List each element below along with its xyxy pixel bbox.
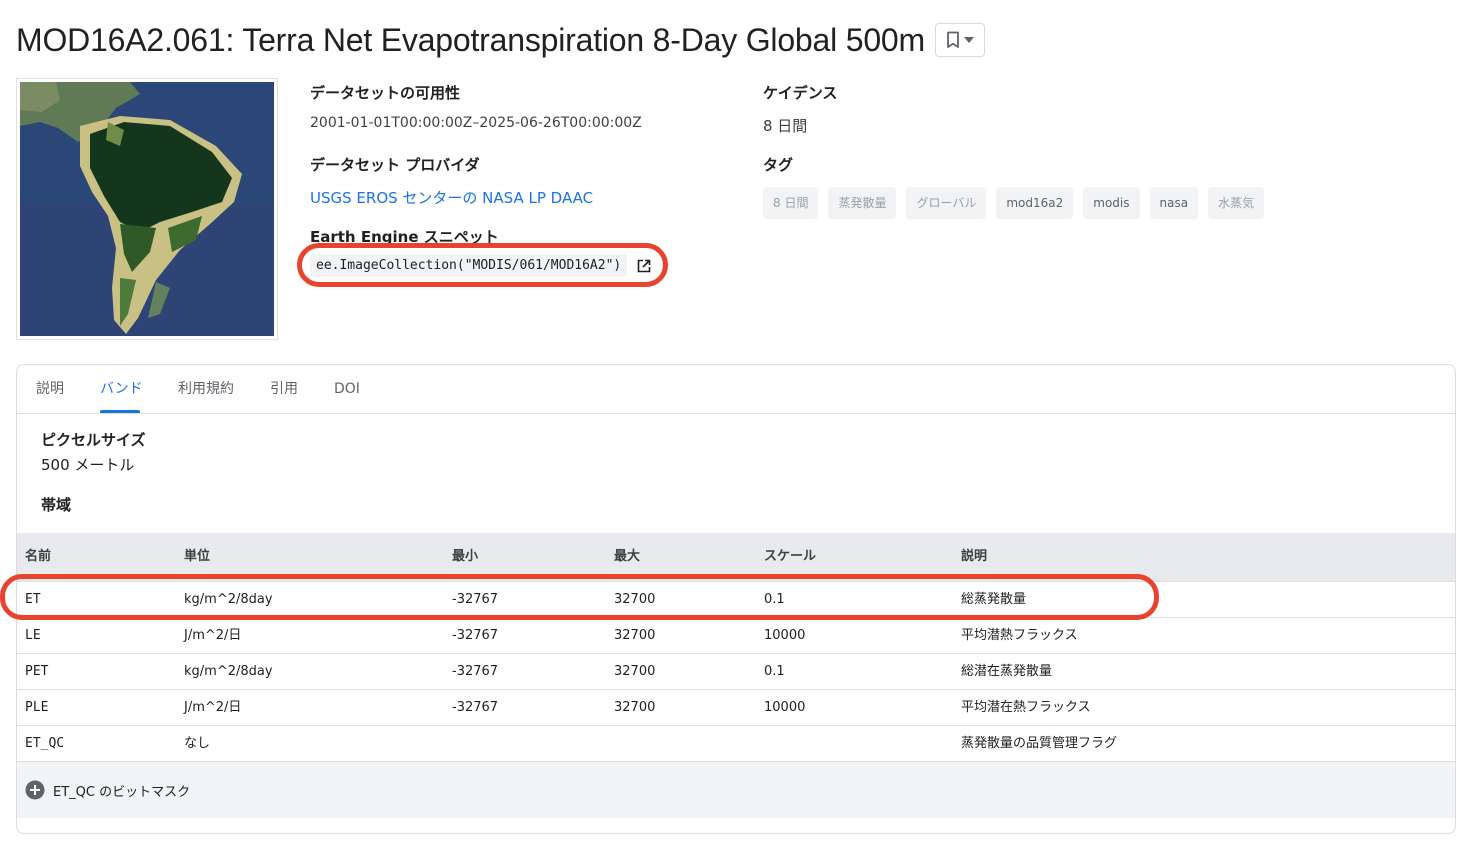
tag-chip[interactable]: 水蒸気 [1208, 187, 1265, 219]
dataset-thumbnail [16, 78, 278, 340]
tag-chip[interactable]: 8 日間 [763, 187, 819, 219]
bitmask-expander[interactable]: ET_QC のビットマスク [17, 761, 1455, 818]
tab-doi[interactable]: DOI [334, 365, 360, 413]
tag-chip[interactable]: modis [1083, 187, 1140, 219]
bookmark-icon [947, 31, 959, 48]
bands-label: 帯域 [41, 496, 72, 514]
column-header-name: 名前 [25, 549, 52, 564]
bands-table-header: 名前 単位 最小 最大 スケール 説明 [17, 533, 1455, 581]
column-header-units: 単位 [184, 549, 211, 564]
availability-value: 2001-01-01T00:00:00Z–2025-06-26T00:00:00… [310, 115, 642, 131]
band-max: 32700 [614, 664, 656, 679]
cadence-value: 8 日間 [763, 117, 808, 135]
column-header-max: 最大 [614, 549, 641, 564]
tags-block: タグ 8 日間 蒸発散量 グローバル mod16a2 modis nasa 水蒸… [763, 154, 1265, 219]
band-scale: 10000 [764, 700, 806, 715]
snippet-code[interactable]: ee.ImageCollection("MODIS/061/MOD16A2") [310, 254, 628, 277]
band-units: J/m^2/日 [184, 700, 242, 715]
band-description: 総蒸発散量 [961, 592, 1027, 607]
band-units: なし [184, 736, 211, 751]
tags-label: タグ [763, 156, 794, 174]
band-min: -32767 [452, 664, 499, 679]
column-header-description: 説明 [961, 549, 988, 564]
add-circle-icon [25, 780, 45, 800]
tab-terms-of-use[interactable]: 利用規約 [178, 365, 234, 413]
availability-label: データセットの可用性 [310, 84, 461, 102]
column-header-min: 最小 [452, 549, 479, 564]
tab-citations[interactable]: 引用 [270, 365, 298, 413]
availability-block: データセットの可用性 2001-01-01T00:00:00Z–2025-06-… [310, 82, 642, 131]
band-max: 32700 [614, 700, 656, 715]
chevron-down-icon [963, 37, 974, 43]
tab-description[interactable]: 説明 [36, 365, 64, 413]
title-row: MOD16A2.061: Terra Net Evapotranspiratio… [16, 18, 985, 62]
band-name: LE [25, 628, 41, 643]
band-max: 32700 [614, 592, 656, 607]
column-header-scale: スケール [764, 549, 817, 564]
page-title: MOD16A2.061: Terra Net Evapotranspiratio… [16, 21, 925, 58]
bitmask-label: ET_QC のビットマスク [53, 784, 191, 800]
provider-label: データセット プロバイダ [310, 156, 480, 174]
dataset-thumbnail-image [20, 82, 274, 336]
band-max: 32700 [614, 628, 656, 643]
table-row: PET kg/m^2/8day -32767 32700 0.1 総潜在蒸発散量 [17, 653, 1455, 690]
band-description: 蒸発散量の品質管理フラグ [961, 736, 1118, 751]
band-name: PET [25, 664, 49, 679]
dataset-tabs-panel: 説明 バンド 利用規約 引用 DOI ピクセルサイズ 500 メートル 帯域 名… [16, 364, 1456, 834]
band-units: J/m^2/日 [184, 628, 242, 643]
band-min: -32767 [452, 700, 499, 715]
band-units: kg/m^2/8day [184, 592, 273, 607]
band-name: PLE [25, 700, 49, 715]
tag-chip[interactable]: mod16a2 [996, 187, 1074, 219]
provider-link[interactable]: USGS EROS センターの NASA LP DAAC [310, 187, 593, 208]
open-in-new-icon[interactable] [637, 259, 651, 273]
bookmark-button[interactable] [934, 23, 985, 57]
cadence-label: ケイデンス [763, 84, 838, 102]
band-scale: 0.1 [764, 592, 785, 607]
provider-block: データセット プロバイダ USGS EROS センターの NASA LP DAA… [310, 154, 593, 208]
table-row: ET kg/m^2/8day -32767 32700 0.1 総蒸発散量 [17, 581, 1455, 618]
table-row: PLE J/m^2/日 -32767 32700 10000 平均潜在熱フラック… [17, 689, 1455, 726]
band-scale: 0.1 [764, 664, 785, 679]
tab-bands[interactable]: バンド [100, 365, 143, 413]
band-description: 平均潜在熱フラックス [961, 700, 1091, 715]
snippet-block: Earth Engine スニペット [310, 226, 499, 247]
cadence-block: ケイデンス 8 日間 [763, 82, 837, 136]
table-row: LE J/m^2/日 -32767 32700 10000 平均潜熱フラックス [17, 617, 1455, 654]
pixel-size-value: 500 メートル [41, 456, 135, 474]
band-description: 総潜在蒸発散量 [961, 664, 1053, 679]
band-min: -32767 [452, 628, 499, 643]
active-tab-indicator [100, 410, 140, 413]
band-name: ET [25, 592, 41, 607]
tag-chip[interactable]: 蒸発散量 [828, 187, 897, 219]
table-row: ET_QC なし 蒸発散量の品質管理フラグ [17, 725, 1455, 762]
band-units: kg/m^2/8day [184, 664, 273, 679]
band-min: -32767 [452, 592, 499, 607]
snippet-label: Earth Engine スニペット [310, 228, 499, 246]
band-name: ET_QC [25, 736, 65, 751]
tab-bar: 説明 バンド 利用規約 引用 DOI [17, 365, 1455, 414]
snippet-row: ee.ImageCollection("MODIS/061/MOD16A2") [310, 254, 651, 277]
pixel-size-label: ピクセルサイズ [41, 431, 146, 449]
band-description: 平均潜熱フラックス [961, 628, 1078, 643]
tag-list: 8 日間 蒸発散量 グローバル mod16a2 modis nasa 水蒸気 [763, 187, 1265, 219]
tag-chip[interactable]: グローバル [906, 187, 987, 219]
band-scale: 10000 [764, 628, 806, 643]
tag-chip[interactable]: nasa [1149, 187, 1199, 219]
bitmask-toggle[interactable]: ET_QC のビットマスク [25, 762, 190, 818]
